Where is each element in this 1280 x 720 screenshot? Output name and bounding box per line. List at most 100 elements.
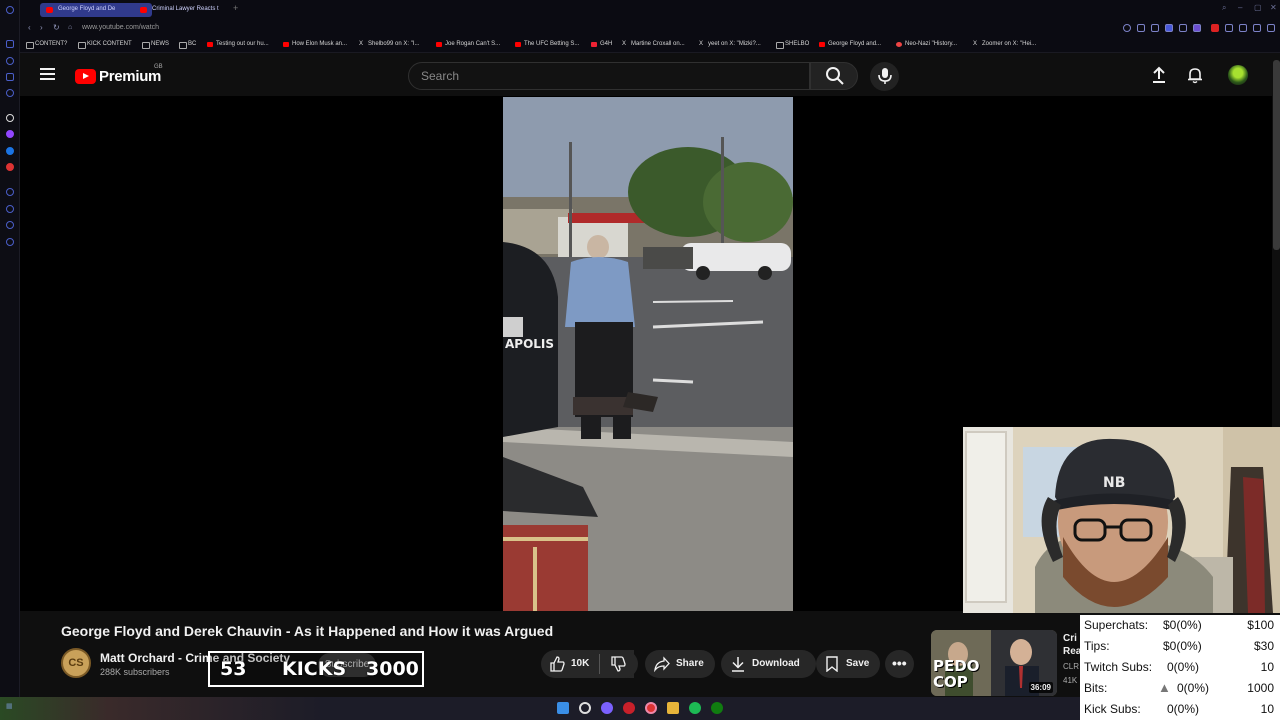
back-icon[interactable]: ‹	[28, 23, 31, 32]
menu-icon[interactable]	[1267, 24, 1275, 32]
history-icon[interactable]	[6, 89, 14, 97]
kicks-current: 53	[220, 658, 247, 680]
stat-current: 0(0%)	[1167, 660, 1200, 674]
channel-initials: CS	[68, 657, 84, 669]
stat-kick-subs: Kick Subs: 0(0%) 10	[1084, 702, 1276, 720]
opera-icon[interactable]	[623, 702, 635, 714]
stat-current: 0(0%)	[1167, 702, 1200, 716]
new-tab-icon[interactable]: +	[233, 3, 238, 13]
hamburger-icon[interactable]	[40, 68, 55, 80]
bookmark-shelbo99[interactable]: Shelbo99 on X: "I...	[359, 41, 420, 47]
search-icon	[826, 67, 844, 85]
file-explorer-icon[interactable]	[667, 702, 679, 714]
suggested-video-meta: CLR 41K	[1063, 660, 1081, 688]
bookmark-elon[interactable]: How Elon Musk an...	[283, 41, 347, 47]
bookmark-george-floyd[interactable]: George Floyd and...	[819, 41, 881, 47]
chat-icon[interactable]	[1239, 24, 1247, 32]
bookmark-shelbo[interactable]: SHELBO	[776, 41, 809, 49]
minimize-icon[interactable]: –	[1238, 3, 1242, 12]
speed-dial-icon[interactable]	[6, 40, 14, 48]
more-actions-button[interactable]: •••	[885, 650, 914, 678]
kicks-label: KICKS	[282, 658, 347, 680]
bookmarks-bar: CONTENT? KICK CONTENT NEWS BC Testing ou…	[20, 38, 1280, 53]
channel-avatar[interactable]: CS	[61, 648, 91, 678]
tab-criminal-lawyer[interactable]: Criminal Lawyer Reacts t	[134, 3, 230, 17]
youtube-favicon-icon	[140, 7, 147, 13]
account-avatar[interactable]	[1228, 65, 1248, 85]
opera-gx-icon[interactable]	[645, 702, 657, 714]
instagram-icon[interactable]	[6, 163, 14, 171]
bookmark-g4h[interactable]: G4H	[591, 41, 612, 47]
bookmarks-icon[interactable]	[6, 57, 14, 65]
stat-twitch-subs: Twitch Subs: 0(0%) 10	[1084, 660, 1276, 680]
webcam-image: NB	[963, 427, 1280, 613]
twitch-icon[interactable]	[6, 130, 14, 138]
bookmark-kick-content[interactable]: KICK CONTENT	[78, 41, 132, 49]
suggested-video-title[interactable]: Cri Rea	[1063, 632, 1081, 658]
bookmark-bc[interactable]: BC	[179, 41, 196, 49]
page-scrollbar[interactable]	[1273, 60, 1280, 250]
record-extension-icon[interactable]	[1211, 24, 1219, 32]
messenger-icon[interactable]	[6, 147, 14, 155]
downloads-icon[interactable]	[1253, 24, 1261, 32]
xbox-icon[interactable]	[711, 702, 723, 714]
share-button[interactable]: Share	[645, 650, 715, 678]
search-icon[interactable]	[579, 702, 591, 714]
clock-icon[interactable]	[6, 188, 14, 196]
windows-taskbar: ▦	[0, 697, 1080, 720]
bookmark-ufc[interactable]: The UFC Betting S...	[515, 41, 579, 47]
cap-logo-icon: NB	[1103, 475, 1125, 491]
extensions-icon[interactable]	[6, 73, 14, 81]
search-input[interactable]	[409, 63, 809, 89]
bookmark-neo-nazi[interactable]: Neo-Nazi "History...	[896, 41, 957, 47]
stat-tips: Tips: $0(0%) $30	[1084, 639, 1276, 659]
share-icon	[654, 656, 670, 672]
stat-label: Bits:	[1084, 681, 1108, 695]
bookmark-martine[interactable]: Martine Croxall on...	[622, 41, 685, 47]
voice-search-button[interactable]	[870, 62, 899, 91]
maximize-icon[interactable]: ▢	[1254, 3, 1262, 12]
bookmark-icon	[826, 656, 838, 672]
close-window-icon[interactable]: ✕	[1270, 3, 1277, 12]
stat-superchats: Superchats: $0(0%) $100	[1084, 618, 1276, 638]
aria-icon[interactable]	[6, 114, 14, 122]
heart-extension-icon[interactable]	[1193, 24, 1201, 32]
more-dots-icon: •••	[892, 655, 907, 671]
vpn-icon[interactable]	[1165, 24, 1173, 32]
suggested-video-thumbnail[interactable]: PEDO COP 36:09	[931, 630, 1057, 696]
settings-icon[interactable]	[6, 238, 14, 246]
dislike-button[interactable]	[600, 650, 638, 678]
save-button[interactable]: Save	[816, 650, 880, 678]
zoom-icon[interactable]	[1123, 24, 1131, 32]
search-button[interactable]	[810, 62, 858, 90]
player-icon[interactable]	[6, 205, 14, 213]
forward-icon[interactable]: ›	[40, 23, 43, 32]
wallet-icon[interactable]	[1225, 24, 1233, 32]
snapshot-icon[interactable]	[1137, 24, 1145, 32]
bookmark-page-icon[interactable]	[1151, 24, 1159, 32]
widgets-icon[interactable]: ▦	[6, 702, 13, 710]
bell-icon[interactable]	[1186, 66, 1204, 84]
spotify-icon[interactable]	[689, 702, 701, 714]
stat-current: $0(0%)	[1163, 618, 1202, 632]
subscriber-count: 288K subscribers	[100, 667, 170, 677]
bookmark-testing[interactable]: Testing out our hu...	[207, 41, 269, 47]
pin-icon[interactable]	[6, 221, 14, 229]
bookmark-joe-rogan[interactable]: Joe Rogan Can't S...	[436, 41, 500, 47]
bookmark-yeet[interactable]: yeet on X: "Mizki?...	[699, 41, 761, 47]
play-extension-icon[interactable]	[1179, 24, 1187, 32]
bookmark-news[interactable]: NEWS	[142, 41, 169, 49]
frame-text: APOLIS	[505, 337, 554, 351]
start-icon[interactable]	[557, 702, 569, 714]
browser-logo-icon[interactable]	[6, 6, 14, 14]
suggested-channel: CLR	[1063, 662, 1080, 671]
bookmark-zoomer[interactable]: Zoomer on X: "Hei...	[973, 41, 1036, 47]
url-field[interactable]: www.youtube.com/watch	[82, 24, 159, 31]
bookmark-content[interactable]: CONTENT?	[26, 41, 67, 49]
upload-icon[interactable]	[1150, 66, 1168, 84]
video-frame[interactable]: APOLIS	[503, 97, 793, 611]
search-tabs-icon[interactable]: ⌕	[1222, 3, 1226, 13]
discord-icon[interactable]	[601, 702, 613, 714]
reload-icon[interactable]: ↻	[53, 23, 60, 32]
download-button[interactable]: Download	[721, 650, 816, 678]
